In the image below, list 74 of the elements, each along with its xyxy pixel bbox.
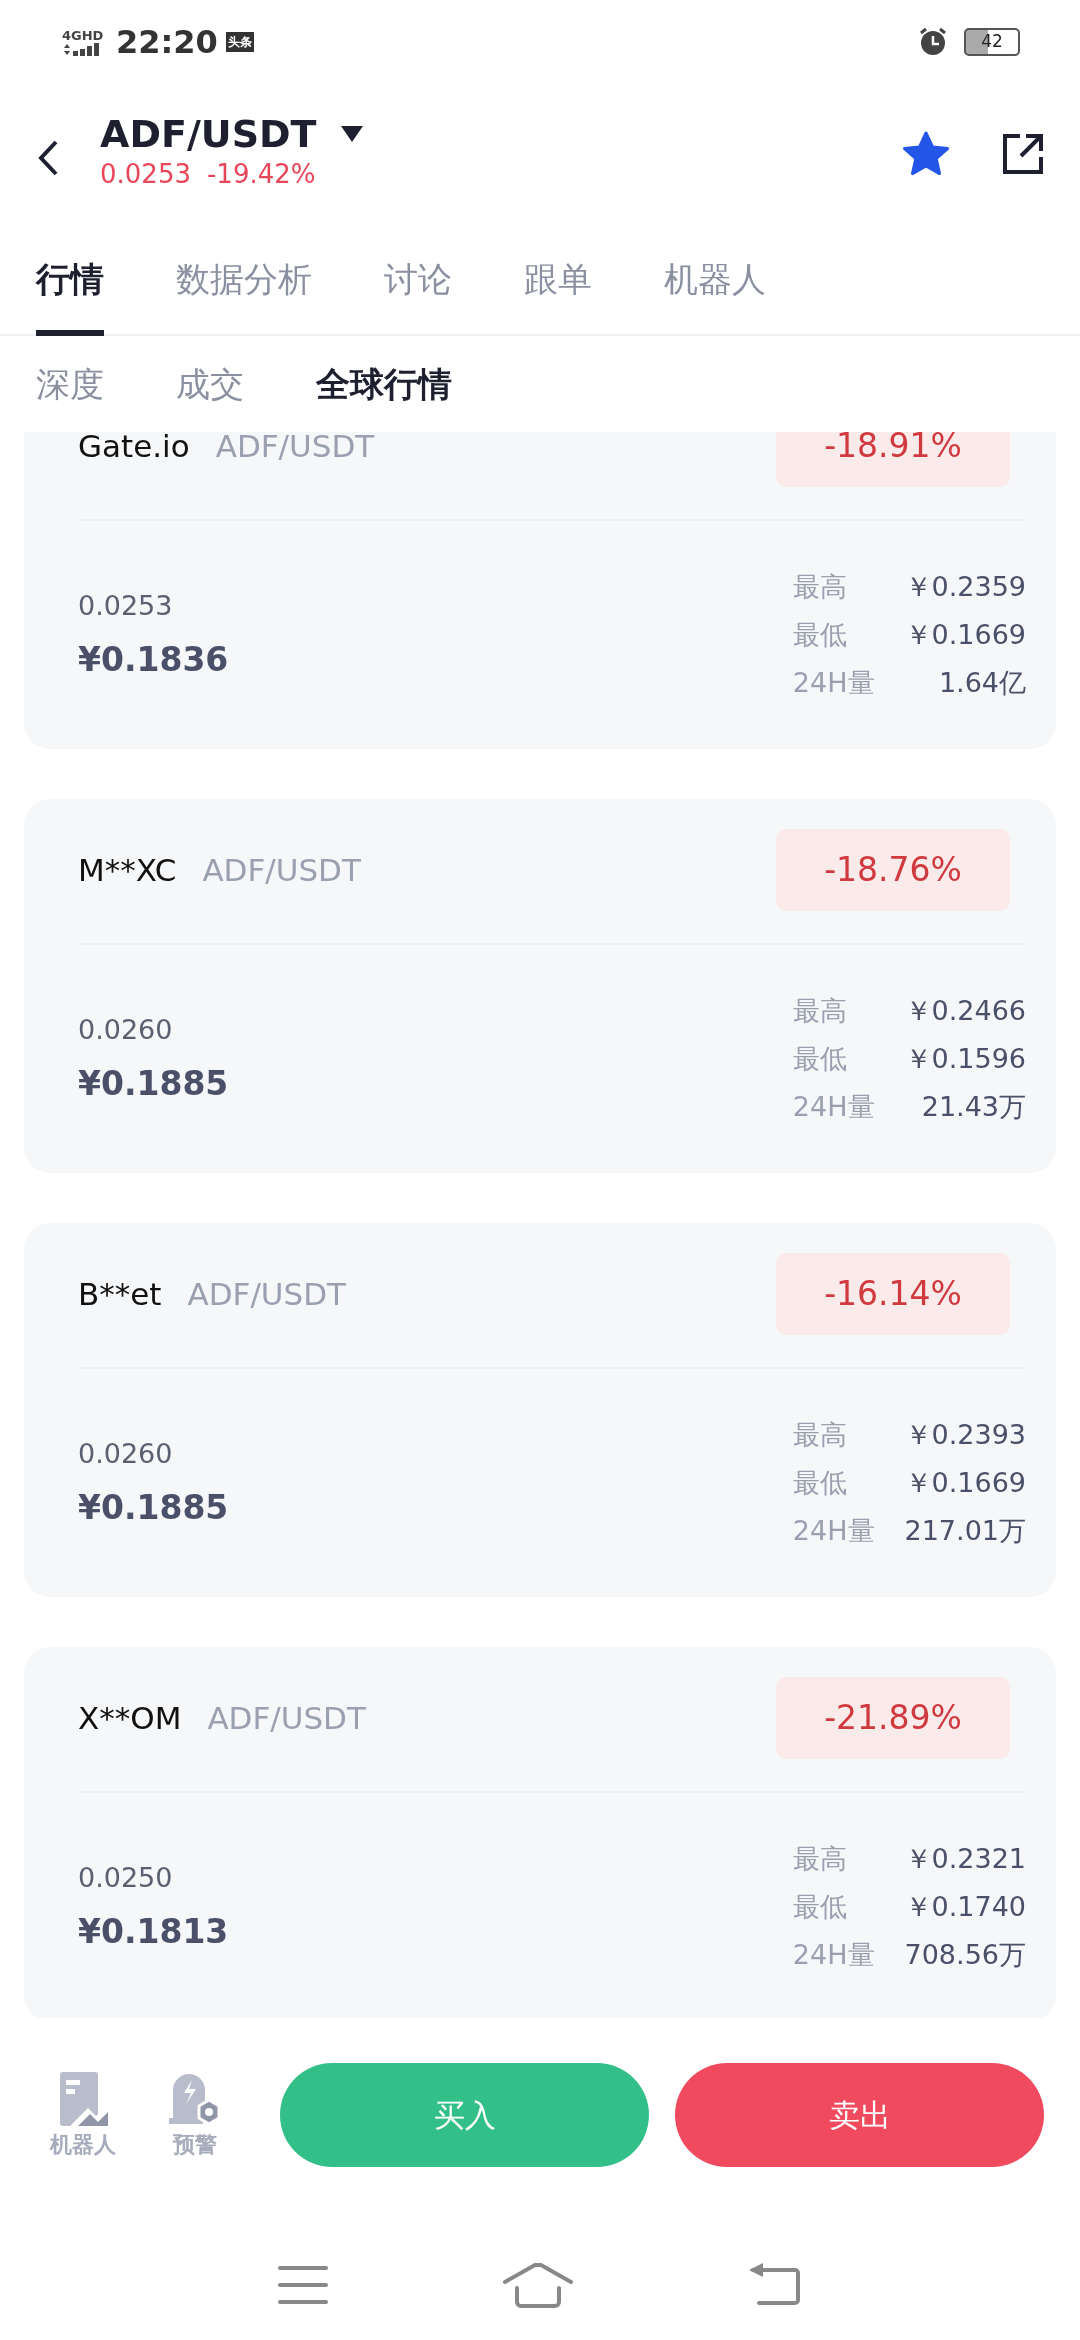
stat-label: 最高 bbox=[792, 1418, 848, 1452]
back-icon[interactable] bbox=[36, 138, 60, 178]
app-notification-icon: 头条 bbox=[225, 32, 254, 52]
stat-value: ￥0.1669 bbox=[904, 618, 1026, 652]
cny-price: ¥0.1836 bbox=[78, 638, 229, 681]
stat-label: 最高 bbox=[792, 1842, 848, 1876]
change-badge: -18.91% bbox=[776, 432, 1010, 487]
usdt-price: 0.0253 bbox=[78, 589, 174, 623]
menu-icon[interactable] bbox=[276, 2264, 329, 2306]
clock-time: 22:20 bbox=[116, 22, 218, 63]
tab[interactable]: 讨论 bbox=[384, 224, 452, 334]
pair-name: ADF/USDT bbox=[202, 850, 361, 890]
pair-title[interactable]: ADF/USDT bbox=[100, 113, 317, 156]
buy-button[interactable]: 买入 bbox=[280, 2063, 649, 2167]
stat-value: 21.43万 bbox=[920, 1090, 1026, 1124]
usdt-price: 0.0260 bbox=[78, 1437, 174, 1471]
stat-label: 最低 bbox=[792, 618, 848, 652]
sub-tab[interactable]: 全球行情 bbox=[316, 358, 452, 410]
cny-price: ¥0.1813 bbox=[78, 1910, 229, 1953]
market-card[interactable]: X**OM ADF/USDT -21.89% 0.0250 ¥0.1813 最高 ￥0.2321 最低 ￥0.1740 24H量 708.56万 bbox=[24, 1647, 1056, 2018]
stat-value: 708.56万 bbox=[904, 1938, 1026, 1972]
tab[interactable]: 跟单 bbox=[524, 224, 592, 334]
usdt-price: 0.0260 bbox=[78, 1013, 174, 1047]
stat-label: 24H量 bbox=[792, 1090, 875, 1124]
exchange-name: B**et bbox=[78, 1274, 162, 1314]
tab[interactable]: 数据分析 bbox=[176, 224, 312, 334]
stat-value: ￥0.2359 bbox=[904, 570, 1026, 604]
share-icon[interactable] bbox=[1002, 133, 1044, 175]
change-badge: -18.76% bbox=[776, 829, 1010, 911]
battery-icon: 42 bbox=[964, 28, 1020, 56]
stat-label: 最低 bbox=[792, 1042, 848, 1076]
stat-value: 1.64亿 bbox=[937, 666, 1026, 700]
dropdown-icon[interactable] bbox=[340, 125, 365, 144]
market-card[interactable]: Gate.io ADF/USDT -18.91% 0.0253 ¥0.1836 最高 ￥0.2359 最低 ￥0.1669 24H量 1.64亿 bbox=[24, 432, 1056, 749]
star-icon[interactable] bbox=[902, 131, 950, 177]
stat-label: 24H量 bbox=[792, 1514, 875, 1548]
stat-label: 最低 bbox=[792, 1466, 848, 1500]
stat-label: 最低 bbox=[792, 1890, 848, 1924]
alarm-icon bbox=[918, 27, 948, 57]
tool-button[interactable]: 预警 bbox=[152, 2069, 238, 2161]
change-badge: -16.14% bbox=[776, 1253, 1010, 1335]
exchange-name: M**XC bbox=[78, 850, 177, 890]
stat-label: 24H量 bbox=[792, 1938, 875, 1972]
tab[interactable]: 行情 bbox=[36, 224, 104, 334]
tab[interactable]: 机器人 bbox=[664, 224, 766, 334]
home-icon[interactable] bbox=[502, 2262, 574, 2308]
stat-label: 最高 bbox=[792, 570, 848, 604]
last-price: 0.0253 bbox=[100, 158, 191, 192]
price-change: -19.42% bbox=[207, 158, 316, 192]
sub-tab[interactable]: 成交 bbox=[176, 358, 244, 410]
exchange-name: X**OM bbox=[78, 1698, 182, 1738]
tool-button[interactable]: 机器人 bbox=[40, 2069, 126, 2161]
stat-value: ￥0.1669 bbox=[904, 1466, 1026, 1500]
stat-value: ￥0.1740 bbox=[904, 1890, 1026, 1924]
market-card[interactable]: M**XC ADF/USDT -18.76% 0.0260 ¥0.1885 最高 ￥0.2466 最低 ￥0.1596 24H量 21.43万 bbox=[24, 799, 1056, 1173]
exchange-name: Gate.io bbox=[78, 432, 190, 466]
pair-name: ADF/USDT bbox=[207, 1698, 366, 1738]
cny-price: ¥0.1885 bbox=[78, 1486, 229, 1529]
stat-label: 最高 bbox=[792, 994, 848, 1028]
sell-button[interactable]: 卖出 bbox=[675, 2063, 1044, 2167]
stat-value: ￥0.1596 bbox=[904, 1042, 1026, 1076]
stat-value: ￥0.2321 bbox=[904, 1842, 1026, 1876]
cny-price: ¥0.1885 bbox=[78, 1062, 229, 1105]
stat-value: ￥0.2466 bbox=[904, 994, 1026, 1028]
change-badge: -21.89% bbox=[776, 1677, 1010, 1759]
sub-tab[interactable]: 深度 bbox=[36, 358, 104, 410]
pair-name: ADF/USDT bbox=[215, 432, 375, 466]
market-card[interactable]: B**et ADF/USDT -16.14% 0.0260 ¥0.1885 最高 ￥0.2393 最低 ￥0.1669 24H量 217.01万 bbox=[24, 1223, 1056, 1597]
pair-name: ADF/USDT bbox=[187, 1274, 347, 1314]
stat-value: 217.01万 bbox=[904, 1514, 1026, 1548]
network-label: 4GHD bbox=[62, 28, 105, 42]
usdt-price: 0.0250 bbox=[78, 1861, 174, 1895]
stat-label: 24H量 bbox=[792, 666, 875, 700]
stat-value: ￥0.2393 bbox=[904, 1418, 1026, 1452]
